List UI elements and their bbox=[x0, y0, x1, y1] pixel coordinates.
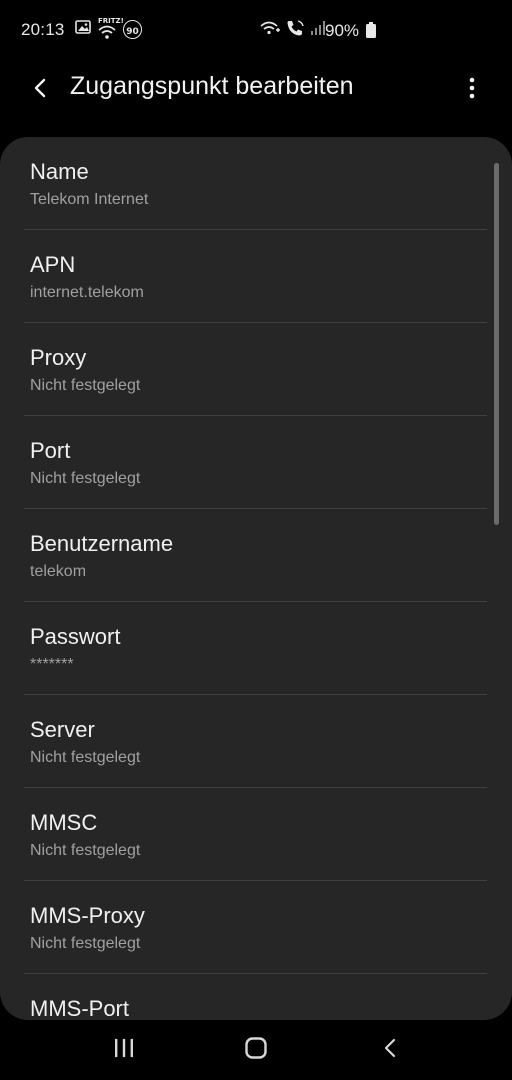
recents-button[interactable] bbox=[104, 1034, 144, 1066]
scrollbar[interactable] bbox=[494, 163, 499, 525]
data-saver-90-icon: 90 bbox=[123, 20, 142, 39]
item-label: Passwort bbox=[30, 624, 121, 649]
battery-icon bbox=[366, 22, 376, 43]
list-item-apn[interactable]: APN internet.telekom bbox=[0, 230, 488, 323]
status-right-icons bbox=[260, 19, 326, 42]
item-label: APN bbox=[30, 252, 76, 277]
page-title: Zugangspunkt bearbeiten bbox=[70, 72, 354, 100]
item-value: Nicht festgelegt bbox=[30, 749, 141, 766]
item-value: internet.telekom bbox=[30, 284, 144, 301]
list-item-mms-proxy[interactable]: MMS-Proxy Nicht festgelegt bbox=[0, 881, 488, 974]
item-label: Benutzername bbox=[30, 531, 174, 556]
recents-icon bbox=[113, 1037, 135, 1064]
home-button[interactable] bbox=[236, 1034, 276, 1066]
list-item-proxy[interactable]: Proxy Nicht festgelegt bbox=[0, 323, 488, 416]
apn-settings-list: Name Telekom Internet APN internet.telek… bbox=[0, 137, 512, 1020]
item-value: Nicht festgelegt bbox=[30, 470, 141, 487]
item-label: Port bbox=[30, 438, 71, 463]
volte-call-icon bbox=[286, 19, 306, 42]
item-value: ******* bbox=[30, 656, 74, 673]
status-left-icons: FRITZ! 90 bbox=[75, 17, 142, 40]
list-item-mms-port[interactable]: MMS-Port bbox=[0, 974, 488, 1020]
item-label: Name bbox=[30, 159, 89, 184]
data-saver-badge-text: 90 bbox=[126, 27, 139, 37]
status-time: 20:13 bbox=[21, 20, 65, 39]
home-icon bbox=[244, 1036, 268, 1065]
more-options-button[interactable] bbox=[456, 74, 488, 106]
nav-back-button[interactable] bbox=[370, 1034, 410, 1066]
list-item-password[interactable]: Passwort ******* bbox=[0, 602, 488, 695]
list-item-server[interactable]: Server Nicht festgelegt bbox=[0, 695, 488, 788]
list-item-port[interactable]: Port Nicht festgelegt bbox=[0, 416, 488, 509]
item-label: MMS-Proxy bbox=[30, 903, 145, 928]
item-value: Nicht festgelegt bbox=[30, 935, 141, 952]
more-vert-icon bbox=[469, 77, 475, 104]
item-value: Telekom Internet bbox=[30, 191, 149, 208]
item-value: Nicht festgelegt bbox=[30, 842, 141, 859]
gallery-icon bbox=[75, 19, 91, 40]
list-item-mmsc[interactable]: MMSC Nicht festgelegt bbox=[0, 788, 488, 881]
app-bar: Zugangspunkt bearbeiten bbox=[0, 62, 512, 116]
item-value: Nicht festgelegt bbox=[30, 377, 141, 394]
item-value: telekom bbox=[30, 563, 87, 580]
back-button[interactable] bbox=[24, 74, 56, 106]
navigation-bar bbox=[0, 1020, 512, 1080]
signal-icon bbox=[310, 20, 326, 41]
list-item-username[interactable]: Benutzername telekom bbox=[0, 509, 488, 602]
item-label: MMSC bbox=[30, 810, 98, 835]
list-item-name[interactable]: Name Telekom Internet bbox=[0, 137, 488, 230]
battery-percent: 90% bbox=[325, 21, 360, 40]
item-label: Proxy bbox=[30, 345, 87, 370]
back-icon bbox=[382, 1037, 398, 1064]
wifi-calling-icon bbox=[260, 19, 282, 42]
item-label: MMS-Port bbox=[30, 996, 129, 1020]
status-bar: 20:13 FRITZ! 90 90% bbox=[0, 0, 512, 62]
chevron-left-icon bbox=[32, 77, 48, 104]
fritz-wifi-icon: FRITZ! bbox=[97, 17, 124, 40]
item-label: Server bbox=[30, 717, 95, 742]
